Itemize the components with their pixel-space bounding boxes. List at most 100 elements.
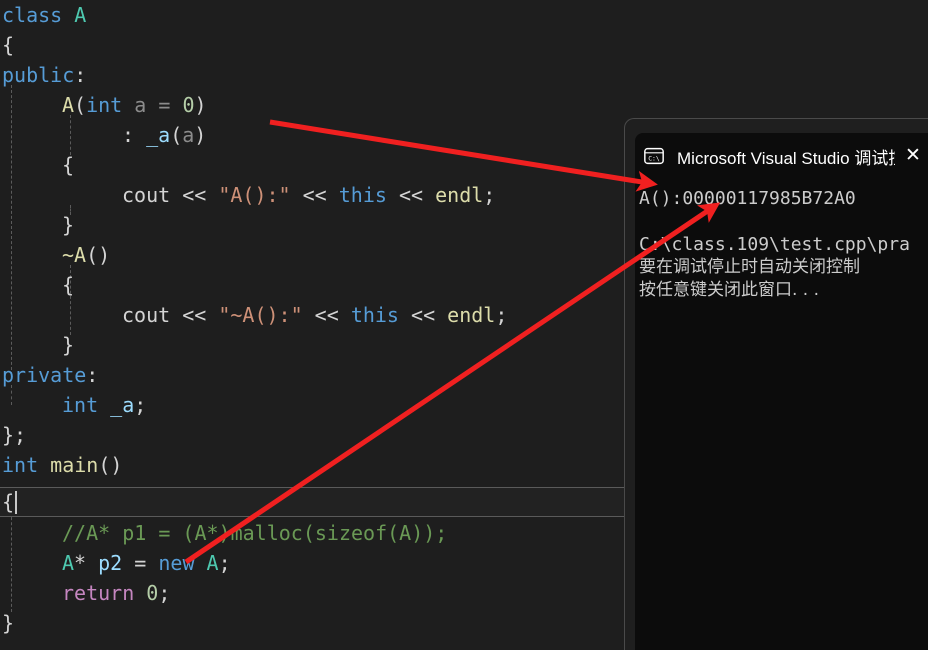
code-token: private bbox=[2, 363, 87, 387]
console-output-line: 按任意键关闭此窗口. . . bbox=[639, 280, 820, 300]
code-token: ) bbox=[194, 123, 207, 147]
code-token: ; bbox=[134, 393, 147, 417]
code-token: int bbox=[2, 453, 39, 477]
code-token: << bbox=[386, 183, 436, 207]
console-window-icon: C:\ bbox=[644, 147, 664, 165]
code-line[interactable]: private: bbox=[0, 360, 98, 390]
close-icon[interactable]: ✕ bbox=[895, 133, 928, 179]
code-token: //A* p1 = (A*)malloc(sizeof(A)); bbox=[62, 521, 448, 545]
code-token: : bbox=[86, 363, 99, 387]
screenshot-root: class A{public: A(int a = 0): _a(a){cout … bbox=[0, 0, 928, 650]
console-title-bar[interactable]: C:\ Microsoft Visual Studio 调试控 ✕ bbox=[635, 133, 928, 179]
code-token: ( bbox=[170, 123, 183, 147]
code-token: { bbox=[2, 33, 15, 57]
code-token: int bbox=[86, 93, 123, 117]
code-token: () bbox=[86, 243, 111, 267]
code-line[interactable]: }; bbox=[0, 420, 26, 450]
code-line[interactable]: cout << "A():" << this << endl; bbox=[0, 180, 495, 210]
code-line[interactable]: return 0; bbox=[0, 578, 170, 608]
code-token: endl bbox=[447, 303, 496, 327]
code-token: { bbox=[2, 490, 15, 514]
code-token: * bbox=[74, 551, 99, 575]
code-token: "~A():" bbox=[218, 303, 303, 327]
console-title-text: Microsoft Visual Studio 调试控 bbox=[677, 148, 895, 168]
code-line[interactable]: } bbox=[0, 210, 74, 240]
code-line[interactable]: cout << "~A():" << this << endl; bbox=[0, 300, 507, 330]
text-caret bbox=[15, 491, 17, 514]
code-token: main bbox=[50, 453, 99, 477]
code-token: } bbox=[2, 611, 15, 635]
code-token: : bbox=[122, 123, 147, 147]
code-token: ; bbox=[218, 551, 231, 575]
code-line[interactable]: //A* p1 = (A*)malloc(sizeof(A)); bbox=[0, 518, 447, 548]
code-token: return bbox=[62, 581, 135, 605]
code-token: public bbox=[2, 63, 75, 87]
console-output-line: C:\class.109\test.cpp\pra bbox=[639, 234, 910, 255]
code-token: ; bbox=[483, 183, 496, 207]
code-token: _a bbox=[146, 123, 171, 147]
code-token: cout bbox=[122, 183, 171, 207]
code-token: << bbox=[170, 303, 219, 327]
code-line[interactable]: A* p2 = new A; bbox=[0, 548, 231, 578]
code-token: _a bbox=[110, 393, 135, 417]
code-token: this bbox=[350, 303, 399, 327]
code-token: endl bbox=[435, 183, 484, 207]
code-token: ) bbox=[194, 93, 207, 117]
code-token: : bbox=[74, 63, 87, 87]
code-token: a bbox=[134, 93, 147, 117]
console-output-line: A():00000117985B72A0 bbox=[639, 188, 856, 209]
code-token: A bbox=[62, 551, 75, 575]
code-line[interactable]: } bbox=[0, 608, 14, 638]
console-output-area[interactable]: A():00000117985B72A0 C:\class.109\test.c… bbox=[635, 179, 928, 650]
code-token: () bbox=[98, 453, 123, 477]
code-line[interactable]: class A bbox=[0, 0, 86, 30]
code-token: ( bbox=[74, 93, 87, 117]
console-output-line: 要在调试停止时自动关闭控制 bbox=[639, 257, 860, 277]
code-line[interactable]: { bbox=[0, 270, 74, 300]
code-token: ; bbox=[158, 581, 171, 605]
code-token: } bbox=[62, 213, 75, 237]
code-token: << bbox=[290, 183, 339, 207]
svg-text:C:\: C:\ bbox=[648, 155, 660, 163]
debug-console-window[interactable]: C:\ Microsoft Visual Studio 调试控 ✕ A():00… bbox=[624, 118, 928, 650]
code-token: << bbox=[170, 183, 219, 207]
code-token: p2 bbox=[98, 551, 123, 575]
code-token: int bbox=[62, 393, 99, 417]
code-token: ; bbox=[495, 303, 508, 327]
code-line[interactable]: { bbox=[0, 150, 74, 180]
code-token: << bbox=[302, 303, 351, 327]
code-token: << bbox=[398, 303, 448, 327]
code-line[interactable]: ~A() bbox=[0, 240, 110, 270]
code-token: a bbox=[182, 123, 195, 147]
code-line[interactable]: int _a; bbox=[0, 390, 146, 420]
code-line[interactable]: { bbox=[0, 30, 14, 60]
code-line[interactable]: } bbox=[0, 330, 74, 360]
code-line[interactable]: public: bbox=[0, 60, 86, 90]
current-line-highlight bbox=[0, 487, 624, 517]
code-line[interactable]: : _a(a) bbox=[0, 120, 206, 150]
code-token: new bbox=[158, 551, 195, 575]
code-token: 0 bbox=[146, 581, 159, 605]
code-token: "A():" bbox=[218, 183, 291, 207]
code-token: = bbox=[122, 551, 159, 575]
code-token: = bbox=[146, 93, 183, 117]
code-token: class bbox=[2, 3, 63, 27]
code-token: ~A bbox=[62, 243, 87, 267]
code-line[interactable]: A(int a = 0) bbox=[0, 90, 207, 120]
code-line[interactable]: { bbox=[0, 487, 14, 517]
code-token: 0 bbox=[182, 93, 195, 117]
code-token: }; bbox=[2, 423, 27, 447]
code-token: this bbox=[338, 183, 387, 207]
code-line[interactable]: int main() bbox=[0, 450, 122, 480]
code-token: cout bbox=[122, 303, 171, 327]
code-token: } bbox=[62, 333, 75, 357]
code-token: { bbox=[62, 273, 75, 297]
code-token: { bbox=[62, 153, 75, 177]
